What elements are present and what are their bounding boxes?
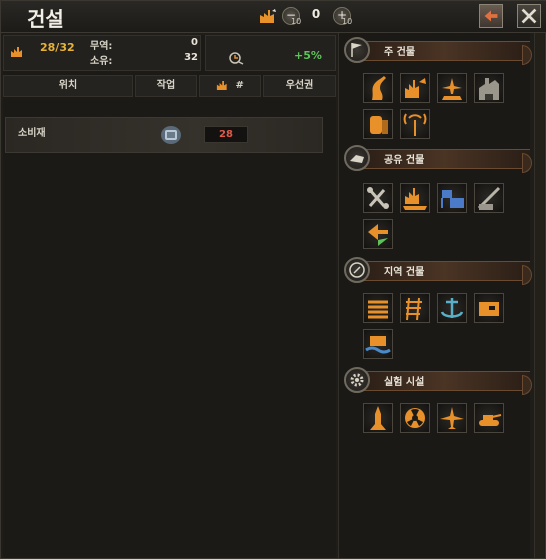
decrease-step-label: 10 bbox=[291, 17, 302, 26]
category-regional-buildings[interactable]: 지역 건물 bbox=[344, 257, 532, 285]
category-main-buildings[interactable]: 주 건물 bbox=[344, 37, 532, 65]
air-facility-icon[interactable] bbox=[437, 403, 467, 433]
catalog-scrollbar[interactable] bbox=[534, 33, 544, 558]
factory-icon bbox=[11, 47, 22, 57]
supply-hub-icon[interactable] bbox=[437, 183, 467, 213]
factory-icon bbox=[216, 80, 227, 90]
rocket-site-icon[interactable] bbox=[363, 403, 393, 433]
close-button[interactable] bbox=[517, 4, 541, 28]
consumer-goods-icon bbox=[161, 126, 181, 144]
close-icon bbox=[521, 8, 537, 24]
radar-station-icon[interactable] bbox=[400, 109, 430, 139]
queue-row[interactable]: 소비재 28 bbox=[5, 117, 323, 153]
column-priority[interactable]: 우선권 bbox=[263, 75, 336, 97]
column-factories-label: # bbox=[235, 80, 244, 91]
category-experimental-facilities[interactable]: 실험 시설 bbox=[344, 367, 532, 395]
owned-value: 32 bbox=[184, 52, 198, 63]
trade-label: 무역: bbox=[90, 41, 113, 52]
construction-window: 건설 − 10 0 + 10 28/32 무역: 0 소유: 32 +5% 위치… bbox=[0, 0, 546, 559]
column-location[interactable]: 위치 bbox=[3, 75, 133, 97]
nuclear-reactor-icon[interactable] bbox=[400, 403, 430, 433]
column-priority-label: 우선권 bbox=[285, 80, 314, 91]
column-action[interactable]: 작업 bbox=[135, 75, 197, 97]
land-fort-icon[interactable] bbox=[474, 293, 504, 323]
back-arrow-icon bbox=[484, 10, 498, 22]
category-label: 공유 건물 bbox=[384, 155, 425, 166]
increase-step-label: 10 bbox=[342, 17, 353, 26]
fuel-silo-icon[interactable] bbox=[363, 109, 393, 139]
coastal-fort-icon[interactable] bbox=[363, 329, 393, 359]
queue-item-label: 소비재 bbox=[18, 128, 46, 139]
factory-icon bbox=[260, 9, 276, 23]
tank-facility-icon[interactable] bbox=[474, 403, 504, 433]
category-label: 실험 시설 bbox=[384, 377, 425, 388]
bonus-stats: +5% bbox=[205, 35, 336, 71]
gear-icon bbox=[344, 367, 370, 393]
factory-stats: 28/32 무역: 0 소유: 32 bbox=[3, 35, 201, 71]
construction-bonus: +5% bbox=[294, 49, 322, 62]
category-band-end bbox=[522, 45, 532, 65]
military-factory-icon[interactable] bbox=[474, 73, 504, 103]
shared-building-icon bbox=[344, 145, 370, 171]
air-base-icon[interactable] bbox=[437, 73, 467, 103]
back-button[interactable] bbox=[479, 4, 503, 28]
category-band-end bbox=[522, 375, 532, 395]
civilian-factory-icon[interactable] bbox=[400, 73, 430, 103]
railway-gun-icon[interactable] bbox=[474, 183, 504, 213]
bunker-icon[interactable] bbox=[363, 293, 393, 323]
category-label: 지역 건물 bbox=[384, 267, 425, 278]
naval-base-icon[interactable] bbox=[437, 293, 467, 323]
construction-speed-icon bbox=[229, 52, 244, 65]
flag-icon bbox=[344, 37, 370, 63]
infrastructure-icon[interactable] bbox=[363, 73, 393, 103]
category-band-end bbox=[522, 153, 532, 173]
compass-icon bbox=[344, 257, 370, 283]
column-location-label: 위치 bbox=[58, 80, 78, 91]
trade-value: 0 bbox=[191, 37, 198, 48]
queue-item-value: 28 bbox=[204, 126, 248, 143]
category-shared-buildings[interactable]: 공유 건물 bbox=[344, 145, 532, 173]
column-action-label: 작업 bbox=[156, 80, 176, 91]
factory-count: 28/32 bbox=[40, 41, 75, 54]
left-panel: 28/32 무역: 0 소유: 32 +5% 위치 작업 # 우선권 소비재 2… bbox=[3, 35, 336, 558]
category-band-end bbox=[522, 265, 532, 285]
category-label: 주 건물 bbox=[384, 47, 416, 58]
refinery-icon[interactable] bbox=[363, 219, 393, 249]
synthetic-refinery-icon[interactable] bbox=[363, 183, 393, 213]
dockyard-icon[interactable] bbox=[400, 183, 430, 213]
counter-value: 0 bbox=[311, 7, 321, 21]
owned-label: 소유: bbox=[90, 56, 113, 67]
window-title: 건설 bbox=[27, 7, 64, 31]
title-bar: 건설 − 10 0 + 10 bbox=[1, 1, 546, 33]
railway-icon[interactable] bbox=[400, 293, 430, 323]
column-factories[interactable]: # bbox=[199, 75, 261, 97]
